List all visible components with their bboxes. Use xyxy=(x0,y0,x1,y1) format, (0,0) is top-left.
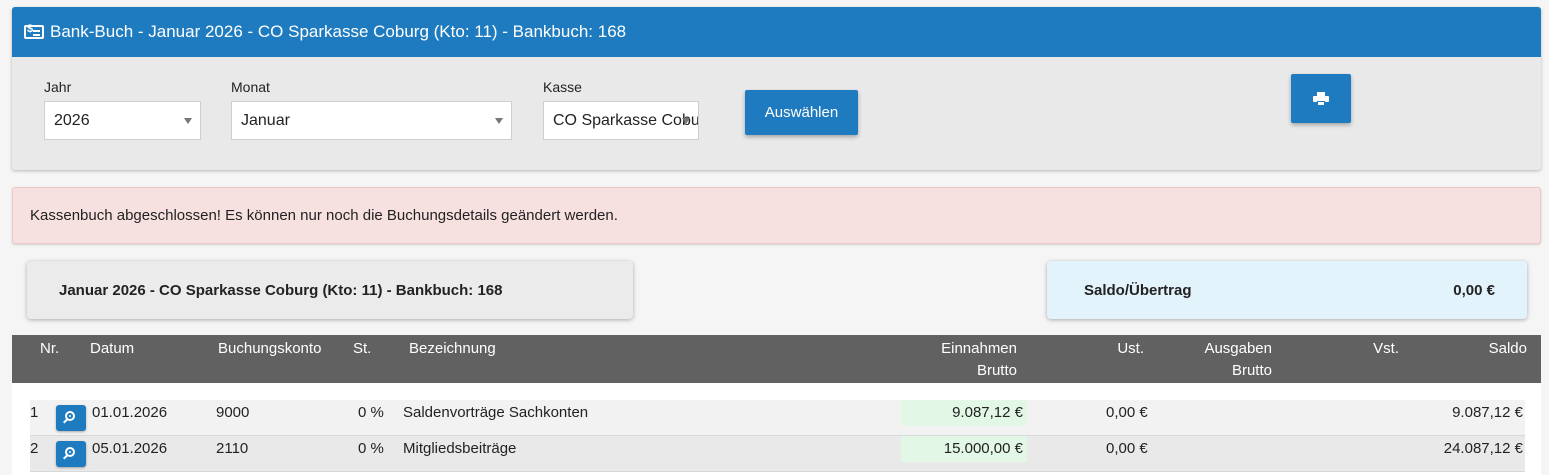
row-date: 05.01.2026 xyxy=(92,440,168,457)
caret-down-icon xyxy=(184,118,192,124)
table-row: 2 05.01.2026 2110 0 % Mitgliedsbeiträge … xyxy=(30,436,1525,472)
col-date: Datum xyxy=(90,340,135,357)
row-description: Saldenvorträge Sachkonten xyxy=(403,404,589,421)
row-vat: 0,00 € xyxy=(1106,440,1148,457)
table-header: Nr. Datum Buchungskonto St. Bezeichnung … xyxy=(12,335,1541,383)
balance-value: 0,00 € xyxy=(1453,281,1495,299)
row-balance: 9.087,12 € xyxy=(1452,404,1523,421)
row-description: Mitgliedsbeiträge xyxy=(403,440,517,457)
filter-panel: Bank-Buch - Januar 2026 - CO Sparkasse C… xyxy=(12,7,1541,170)
row-balance: 24.087,12 € xyxy=(1443,440,1523,457)
print-button[interactable] xyxy=(1291,74,1351,123)
col-vat: Ust. xyxy=(1117,340,1144,357)
row-income: 9.087,12 € xyxy=(901,400,1027,426)
col-income-brutto: Brutto xyxy=(976,362,1017,379)
caret-down-icon xyxy=(682,118,690,124)
month-field: Monat Januar xyxy=(231,79,512,140)
col-description: Bezeichnung xyxy=(409,340,496,357)
row-income: 15.000,00 € xyxy=(901,436,1027,462)
money-bill-icon xyxy=(24,23,44,39)
caret-down-icon xyxy=(495,118,503,124)
col-tax: St. xyxy=(353,340,372,357)
row-nr: 1 xyxy=(30,404,39,421)
col-income: Einnahmen xyxy=(941,340,1017,357)
year-label: Jahr xyxy=(44,79,72,95)
zoom-details-button[interactable] xyxy=(56,441,86,467)
row-tax: 0 % xyxy=(358,404,384,421)
closed-alert: Kassenbuch abgeschlossen! Es können nur … xyxy=(12,187,1541,244)
cash-label: Kasse xyxy=(543,79,582,95)
summary-title: Januar 2026 - CO Sparkasse Coburg (Kto: … xyxy=(59,281,503,299)
row-date: 01.01.2026 xyxy=(92,404,168,421)
print-icon xyxy=(1313,91,1329,106)
year-field: Jahr 2026 xyxy=(44,79,201,140)
balance-card: Saldo/Übertrag 0,00 € xyxy=(1047,261,1527,319)
col-account: Buchungskonto xyxy=(218,340,322,357)
page-title: Bank-Buch - Januar 2026 - CO Sparkasse C… xyxy=(50,22,627,41)
col-nr: Nr. xyxy=(40,340,60,357)
col-input-tax: Vst. xyxy=(1373,340,1399,357)
month-label: Monat xyxy=(231,79,270,95)
cash-select[interactable]: CO Sparkasse Coburg xyxy=(543,101,699,140)
col-expense: Ausgaben xyxy=(1204,340,1272,357)
table-body: 1 01.01.2026 9000 0 % Saldenvorträge Sac… xyxy=(12,383,1541,475)
table-row: 1 01.01.2026 9000 0 % Saldenvorträge Sac… xyxy=(30,400,1525,436)
panel-header: Bank-Buch - Januar 2026 - CO Sparkasse C… xyxy=(12,7,1541,57)
alert-text: Kassenbuch abgeschlossen! Es können nur … xyxy=(30,207,618,224)
cash-field: Kasse CO Sparkasse Coburg xyxy=(543,79,699,140)
month-select[interactable]: Januar xyxy=(231,101,512,140)
row-account: 2110 xyxy=(216,440,249,457)
row-tax: 0 % xyxy=(358,440,384,457)
row-account: 9000 xyxy=(216,404,250,421)
row-nr: 2 xyxy=(30,440,39,457)
balance-label: Saldo/Übertrag xyxy=(1084,281,1192,299)
zoom-details-button[interactable] xyxy=(56,405,86,431)
year-select[interactable]: 2026 xyxy=(44,101,201,140)
col-expense-brutto: Brutto xyxy=(1231,362,1272,379)
col-balance: Saldo xyxy=(1488,340,1527,357)
summary-title-card: Januar 2026 - CO Sparkasse Coburg (Kto: … xyxy=(27,261,633,319)
row-vat: 0,00 € xyxy=(1106,404,1148,421)
select-button[interactable]: Auswählen xyxy=(745,90,858,135)
